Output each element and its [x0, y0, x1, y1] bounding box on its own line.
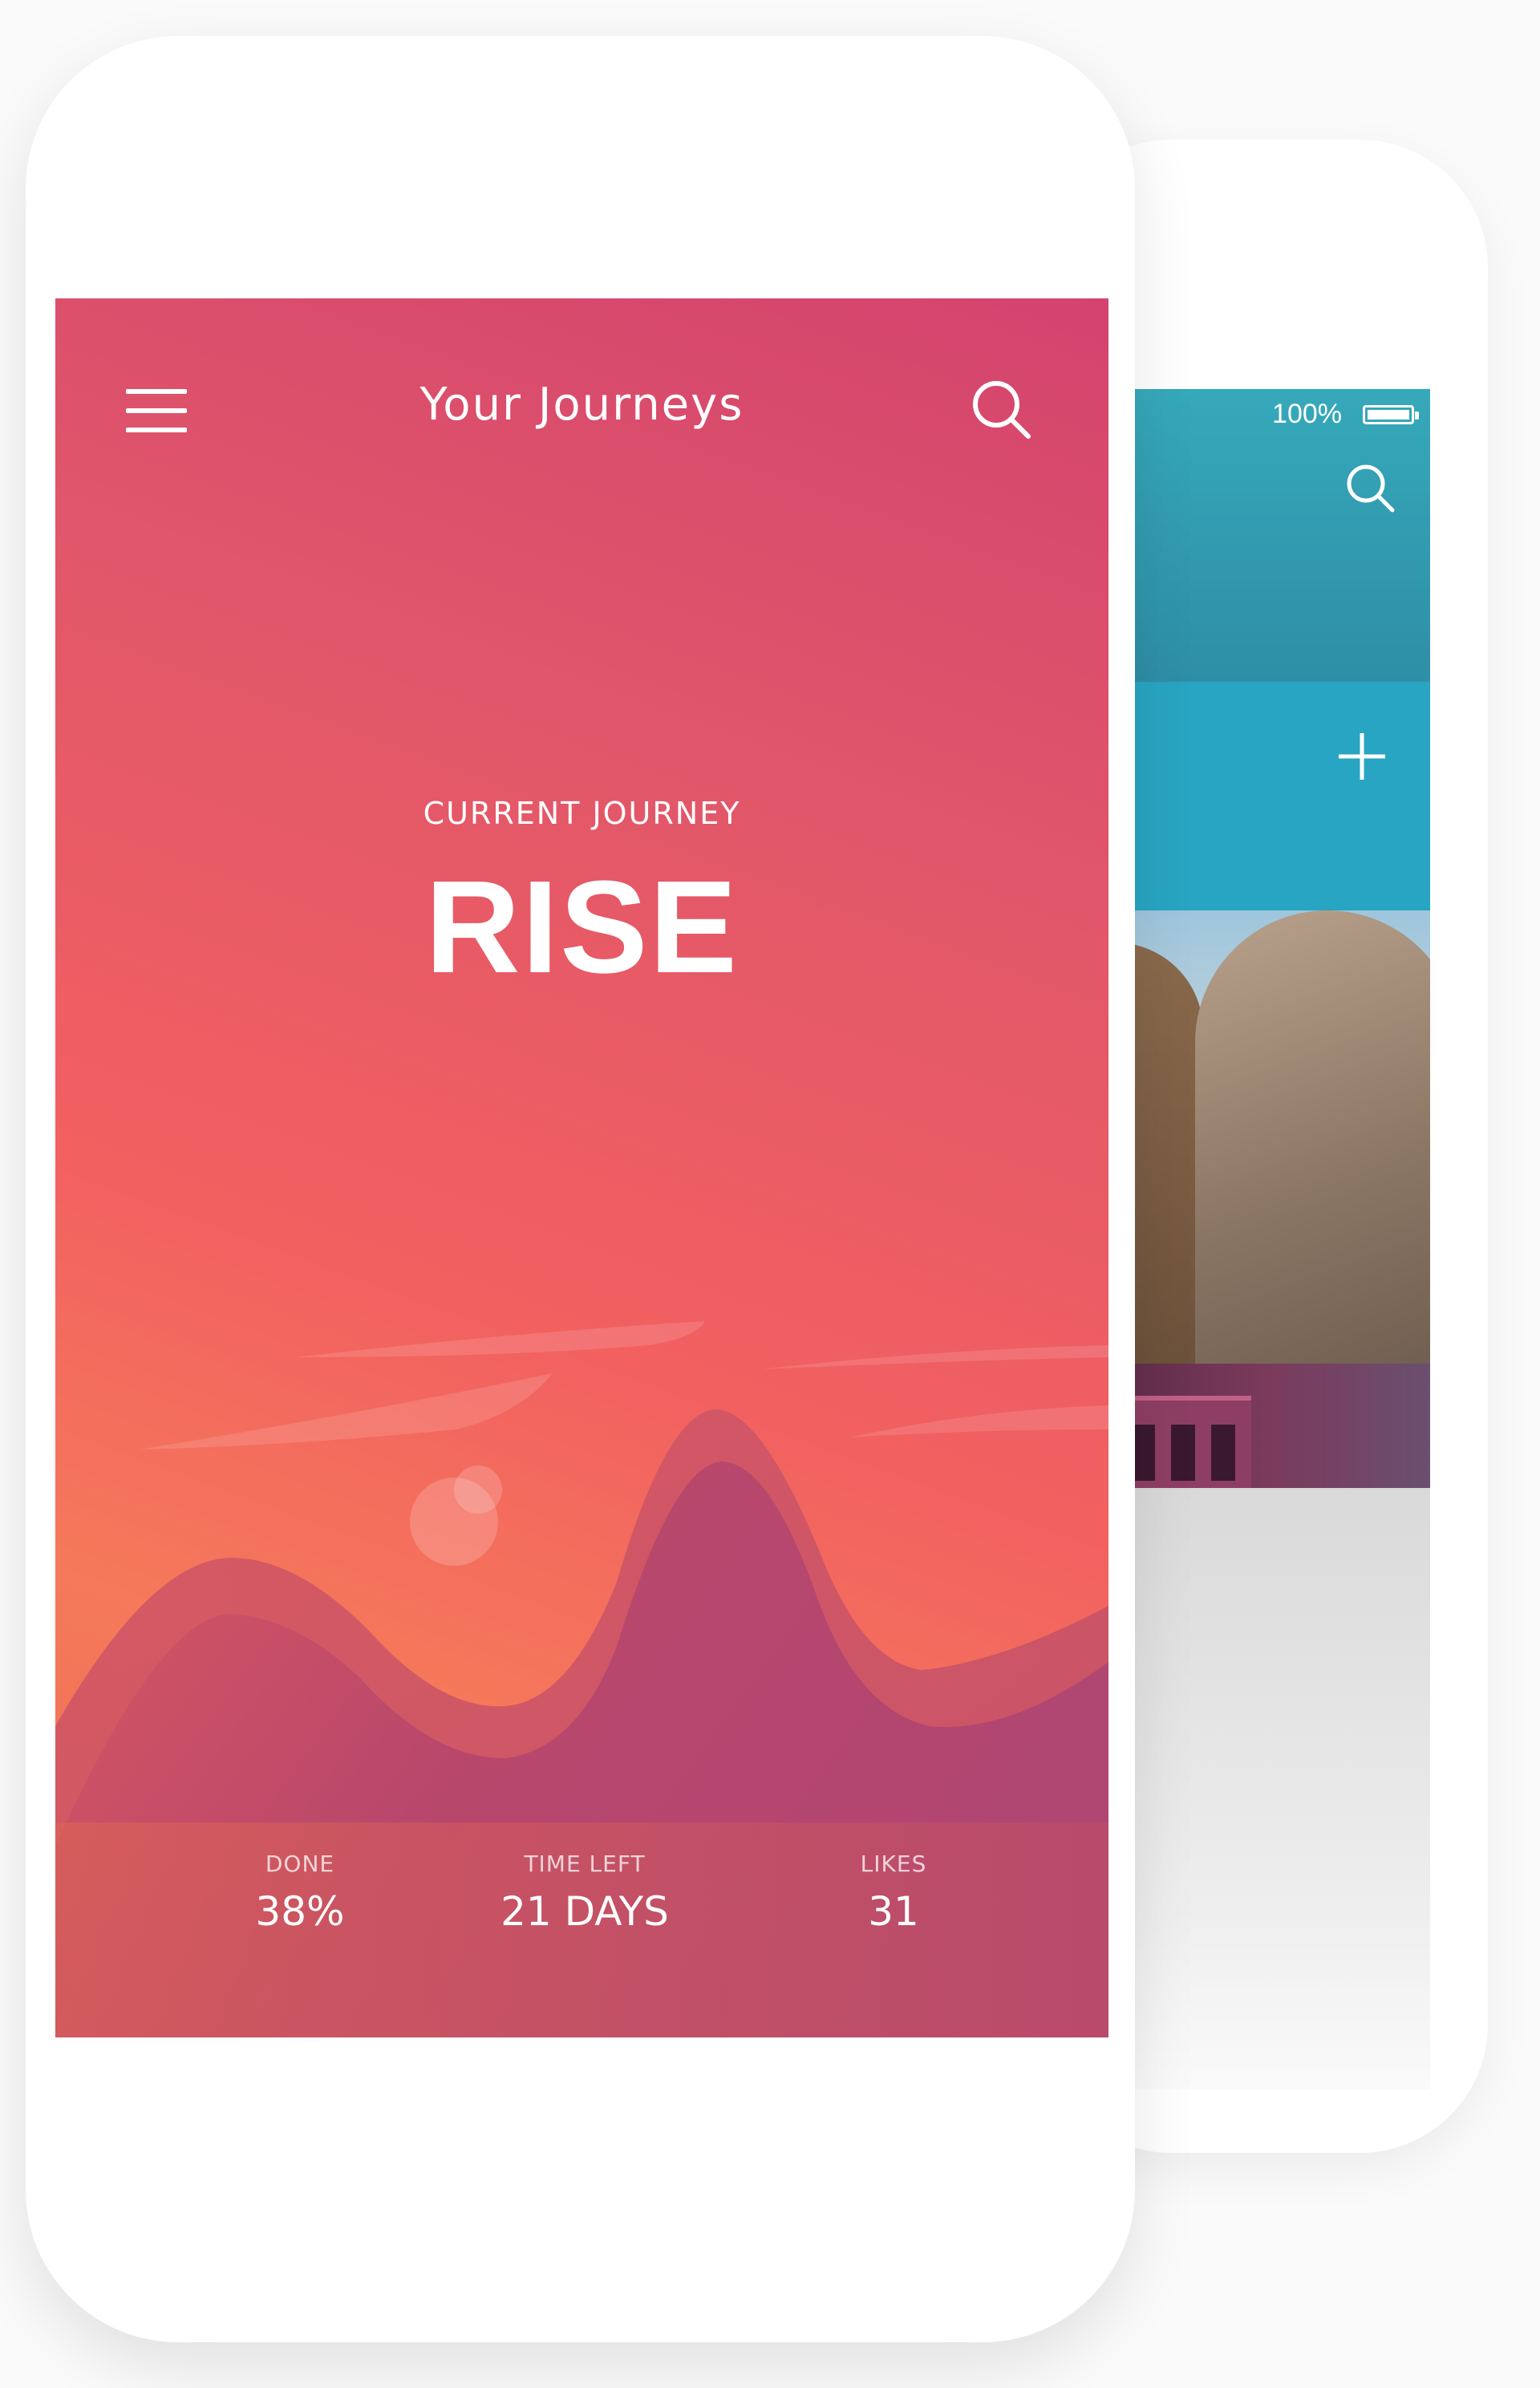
battery-percent: 100% [1272, 399, 1342, 429]
mockup-stage: 100% Your Journeys CURRENT JOURNEY RISE … [0, 0, 1540, 2388]
page-title: Your Journeys [419, 379, 744, 431]
journey-photo[interactable] [1107, 910, 1430, 1364]
plus-icon[interactable] [1334, 728, 1390, 785]
back-phone-screen: 100% [1107, 389, 1430, 2258]
search-icon[interactable] [1342, 460, 1398, 516]
photo-window [1211, 1425, 1235, 1481]
current-journey-label: CURRENT JOURNEY [423, 796, 741, 831]
back-content-placeholder [1107, 1488, 1430, 2090]
stat-likes: LIKES 31 [845, 1851, 942, 1935]
journey-stats: DONE 38% TIME LEFT 21 DAYS LIKES 31 [55, 1851, 1108, 1955]
back-add-band [1107, 682, 1430, 910]
photo-building [1115, 1396, 1251, 1488]
search-icon[interactable] [967, 375, 1035, 443]
stat-label: LIKES [860, 1851, 927, 1877]
stat-label: DONE [265, 1851, 335, 1877]
journey-screen: Your Journeys CURRENT JOURNEY RISE DONE … [55, 298, 1108, 2037]
stat-value: 31 [868, 1888, 919, 1935]
battery-icon [1363, 405, 1419, 424]
journey-name: RISE [425, 853, 739, 1000]
photo-window [1171, 1425, 1195, 1481]
stat-value: 38% [255, 1888, 345, 1935]
stat-time-left: TIME LEFT 21 DAYS [484, 1851, 685, 1935]
stat-label: TIME LEFT [524, 1851, 646, 1877]
journey-photo-secondary[interactable] [1107, 1364, 1430, 1488]
stat-done: DONE 38% [252, 1851, 348, 1935]
mountain-wave-illustration [55, 1321, 1108, 2037]
back-header: 100% [1107, 389, 1430, 682]
top-app-bar: Your Journeys [55, 298, 1108, 459]
photo-person-right [1195, 910, 1430, 1364]
stat-value: 21 DAYS [500, 1888, 669, 1935]
